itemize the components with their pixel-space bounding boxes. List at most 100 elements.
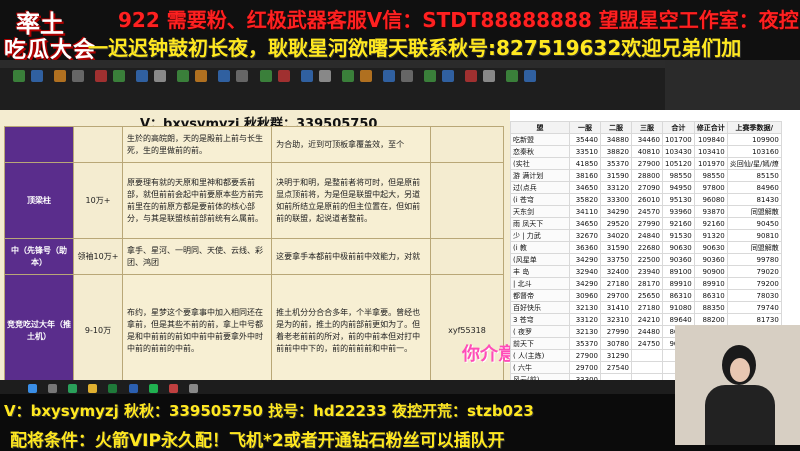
value-cell[interactable]: 40810 [631, 145, 663, 158]
value-cell[interactable]: 91080 [662, 301, 695, 314]
value-cell[interactable]: 97800 [693, 181, 728, 194]
team-name-cell[interactable]: 天东剑 [510, 205, 570, 218]
value-cell[interactable]: 31410 [600, 301, 632, 314]
value-cell[interactable]: 101700 [662, 133, 695, 146]
value-cell[interactable]: 32670 [569, 229, 601, 242]
value-cell[interactable]: 103430 [662, 145, 695, 158]
value-cell[interactable]: 27540 [600, 361, 632, 374]
value-cell[interactable]: 79020 [726, 265, 782, 278]
value-cell[interactable]: 29700 [600, 289, 632, 302]
header-cell[interactable]: 修正合计 [693, 121, 728, 134]
value-cell[interactable]: 32310 [600, 313, 632, 326]
value-cell[interactable]: 33750 [600, 253, 632, 266]
team-name-cell[interactable]: 雨 凤天下 [510, 217, 570, 230]
value-cell[interactable]: 90900 [693, 265, 728, 278]
value-cell[interactable]: 89910 [662, 277, 695, 290]
value-cell[interactable]: 86310 [662, 289, 695, 302]
value-cell[interactable]: 31590 [600, 169, 632, 182]
value-cell[interactable]: 27180 [631, 301, 663, 314]
team-name-cell[interactable]: (i 苍穹 [510, 193, 570, 206]
value-cell[interactable]: 33300 [600, 193, 632, 206]
value-cell[interactable]: 24570 [631, 205, 663, 218]
value-cell[interactable]: 103160 [726, 145, 782, 158]
value-cell[interactable]: 86310 [693, 289, 728, 302]
value-cell[interactable]: 109900 [726, 133, 782, 146]
value-cell[interactable]: 同盟解散 [726, 241, 782, 254]
value-cell[interactable]: 90810 [726, 229, 782, 242]
team-name-cell[interactable]: 3 苍穹 [510, 313, 570, 326]
search-icon[interactable] [48, 384, 58, 393]
value-cell[interactable]: 27900 [569, 349, 601, 362]
value-cell[interactable]: 79740 [726, 301, 782, 314]
value-cell[interactable]: 同盟解散 [726, 205, 782, 218]
value-cell[interactable]: 22680 [631, 241, 663, 254]
value-cell[interactable]: 89910 [693, 277, 728, 290]
team-name-cell[interactable]: ( 六牛 [510, 361, 570, 374]
value-cell[interactable]: 27990 [600, 325, 632, 338]
header-cell[interactable]: 二服 [600, 121, 632, 134]
value-cell[interactable]: 90630 [693, 241, 728, 254]
excel-icon[interactable] [108, 384, 118, 393]
value-cell[interactable]: 35370 [569, 337, 601, 350]
value-cell[interactable]: 34290 [569, 277, 601, 290]
value-cell[interactable] [631, 349, 663, 362]
value-cell[interactable]: 34110 [569, 205, 601, 218]
value-cell[interactable]: 92160 [693, 217, 728, 230]
value-cell[interactable]: 92160 [662, 217, 695, 230]
value-cell[interactable]: 84960 [726, 181, 782, 194]
value-cell[interactable]: 90360 [693, 253, 728, 266]
value-cell[interactable]: 93960 [662, 205, 695, 218]
header-cell[interactable]: 三服 [631, 121, 663, 134]
value-cell[interactable]: 27990 [631, 217, 663, 230]
start-icon[interactable] [28, 384, 38, 393]
chat-icon[interactable] [148, 384, 158, 393]
value-cell[interactable]: 24210 [631, 313, 663, 326]
value-cell[interactable]: 81730 [726, 313, 782, 326]
value-cell[interactable]: 90630 [662, 241, 695, 254]
value-cell[interactable]: 35440 [569, 133, 601, 146]
value-cell[interactable]: 88350 [693, 301, 728, 314]
game-icon[interactable] [168, 384, 178, 393]
value-cell[interactable]: 35370 [600, 157, 632, 170]
value-cell[interactable]: 27090 [631, 181, 663, 194]
value-cell[interactable]: 26010 [631, 193, 663, 206]
value-cell[interactable]: 34880 [600, 133, 632, 146]
value-cell[interactable]: 89640 [662, 313, 695, 326]
value-cell[interactable]: 96080 [693, 193, 728, 206]
value-cell[interactable]: 23940 [631, 265, 663, 278]
header-cell[interactable]: 盟 [510, 121, 570, 134]
value-cell[interactable]: 24480 [631, 325, 663, 338]
value-cell[interactable]: 105120 [662, 157, 695, 170]
value-cell[interactable]: 101970 [693, 157, 728, 170]
team-name-cell[interactable]: (实社 [510, 157, 570, 170]
value-cell[interactable]: 27180 [600, 277, 632, 290]
folder-icon[interactable] [88, 384, 98, 393]
value-cell[interactable]: 30780 [600, 337, 632, 350]
team-name-cell[interactable]: (i 教 [510, 241, 570, 254]
value-cell[interactable]: 28170 [631, 277, 663, 290]
value-cell[interactable]: 29520 [600, 217, 632, 230]
value-cell[interactable]: 31590 [600, 241, 632, 254]
value-cell[interactable]: 109840 [693, 133, 728, 146]
value-cell[interactable]: 91320 [693, 229, 728, 242]
team-name-cell[interactable]: 吃新盟 [510, 133, 570, 146]
value-cell[interactable]: 85150 [726, 169, 782, 182]
value-cell[interactable]: 24840 [631, 229, 663, 242]
team-name-cell[interactable]: (风星单 [510, 253, 570, 266]
value-cell[interactable]: 35820 [569, 193, 601, 206]
value-cell[interactable]: 33120 [600, 181, 632, 194]
value-cell[interactable]: 41850 [569, 157, 601, 170]
value-cell[interactable]: 81430 [726, 193, 782, 206]
team-name-cell[interactable]: ( 人(主炼) [510, 349, 570, 362]
team-name-cell[interactable]: 丰 岛 [510, 265, 570, 278]
word-icon[interactable] [128, 384, 138, 393]
value-cell[interactable]: 29700 [569, 361, 601, 374]
value-cell[interactable]: 32400 [600, 265, 632, 278]
value-cell[interactable]: 34650 [569, 181, 601, 194]
team-name-cell[interactable]: 过(点兵 [510, 181, 570, 194]
value-cell[interactable]: 93870 [693, 205, 728, 218]
value-cell[interactable]: 78030 [726, 289, 782, 302]
value-cell[interactable]: 34290 [569, 253, 601, 266]
value-cell[interactable]: 38820 [600, 145, 632, 158]
value-cell[interactable]: 89100 [662, 265, 695, 278]
